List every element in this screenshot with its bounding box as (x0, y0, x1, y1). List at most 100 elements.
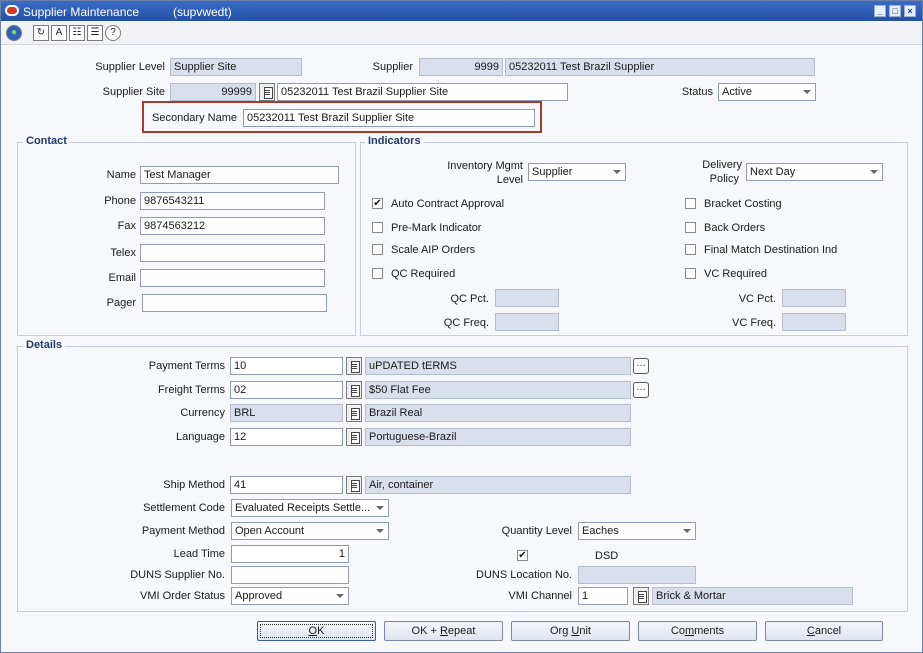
final-match-destination-checkbox[interactable] (685, 244, 696, 255)
duns-supplier-label: DUNS Supplier No. (130, 569, 225, 581)
chevron-down-icon (803, 90, 811, 94)
fax-label: Fax (117, 220, 136, 232)
chevron-down-icon (376, 506, 384, 510)
supplier-site-lov-icon[interactable] (259, 83, 275, 101)
comments-button[interactable]: Comments (638, 621, 757, 641)
settlement-code-select[interactable]: Evaluated Receipts Settle... (231, 499, 389, 517)
pager-label: Pager (106, 297, 136, 309)
globe-icon[interactable]: ● (6, 25, 22, 41)
contact-title: Contact (23, 135, 70, 147)
org-unit-button-text-rest: nit (579, 625, 591, 637)
vmi-order-status-select[interactable]: Approved (231, 587, 349, 605)
comments-button-accesskey: m (684, 625, 695, 637)
pre-mark-indicator-checkbox[interactable] (372, 222, 383, 233)
payment-terms-lov-icon[interactable] (346, 357, 362, 375)
currency-code-field: BRL (230, 404, 343, 422)
duns-location-field (578, 566, 696, 584)
freight-terms-comment-icon[interactable] (633, 382, 649, 398)
refresh-icon[interactable]: ↻ (33, 25, 49, 41)
telex-field[interactable] (140, 244, 325, 262)
ship-method-code-field[interactable]: 41 (230, 476, 343, 494)
final-match-destination-label: Final Match Destination Ind (704, 244, 838, 256)
qc-pct-label: QC Pct. (450, 293, 489, 305)
contact-name-label: Name (106, 169, 136, 181)
ok-button-accesskey: O (308, 625, 318, 637)
payment-terms-code-field[interactable]: 10 (230, 357, 343, 375)
dsd-label: DSD (595, 550, 619, 562)
close-icon[interactable]: × (904, 5, 916, 17)
chevron-down-icon (336, 594, 344, 598)
ship-method-lov-icon[interactable] (346, 476, 362, 494)
status-select[interactable]: Active (718, 83, 816, 101)
pre-mark-indicator-label: Pre-Mark Indicator (391, 222, 482, 234)
clipboard-icon[interactable]: ☷ (69, 25, 85, 41)
dsd-checkbox[interactable]: ✔ (517, 550, 528, 561)
vmi-channel-label: VMI Channel (508, 590, 572, 602)
ok-repeat-button[interactable]: OK + Repeat (384, 621, 503, 641)
indicators-title: Indicators (365, 135, 424, 147)
payment-method-select[interactable]: Open Account (231, 522, 389, 540)
inventory-mgmt-value: Supplier (532, 166, 573, 178)
vc-freq-label: VC Freq. (731, 317, 776, 329)
duns-supplier-field[interactable] (231, 566, 349, 584)
vc-required-checkbox[interactable] (685, 268, 696, 279)
comments-button-text-rest: ments (694, 625, 725, 637)
phone-field[interactable]: 9876543211 (140, 192, 325, 210)
status-value: Active (722, 86, 752, 98)
vmi-channel-code-field[interactable]: 1 (578, 587, 628, 605)
freight-terms-code-field[interactable]: 02 (230, 381, 343, 399)
payment-method-label: Payment Method (141, 525, 225, 537)
minimize-icon[interactable]: _ (874, 5, 886, 17)
qc-freq-label: QC Freq. (443, 317, 489, 329)
notes-icon[interactable]: ☰ (87, 25, 103, 41)
language-desc-field: Portuguese-Brazil (365, 428, 631, 446)
comments-button-text: Co (670, 625, 685, 637)
payment-terms-comment-icon[interactable] (633, 358, 649, 374)
scale-aip-orders-checkbox[interactable] (372, 244, 383, 255)
supplier-site-number-field: 99999 (170, 83, 256, 101)
fax-field[interactable]: 9874563212 (140, 217, 325, 235)
supplier-name-field: 05232011 Test Brazil Supplier (505, 58, 815, 76)
help-icon[interactable]: ? (105, 25, 121, 41)
org-unit-button-text: Org (550, 625, 572, 637)
vc-pct-label: VC Pct. (738, 293, 776, 305)
title-bar[interactable]: Supplier Maintenance (supvwedt) _ □ × (1, 1, 922, 21)
org-unit-button[interactable]: Org Unit (511, 621, 630, 641)
payment-method-value: Open Account (235, 525, 305, 537)
language-code-field[interactable]: 12 (230, 428, 343, 446)
supplier-level-field: Supplier Site (170, 58, 302, 76)
back-orders-checkbox[interactable] (685, 222, 696, 233)
chevron-down-icon (683, 529, 691, 533)
freight-terms-label: Freight Terms (157, 384, 225, 396)
qc-required-checkbox[interactable] (372, 268, 383, 279)
secondary-name-field[interactable]: 05232011 Test Brazil Supplier Site (243, 109, 535, 127)
payment-terms-label: Payment Terms (148, 360, 225, 372)
pager-field[interactable] (142, 294, 327, 312)
back-orders-label: Back Orders (704, 222, 766, 234)
lead-time-field[interactable]: 1 (231, 545, 349, 563)
qc-pct-field (495, 289, 559, 307)
quantity-level-select[interactable]: Eaches (578, 522, 696, 540)
delivery-policy-select[interactable]: Next Day (746, 163, 883, 181)
email-field[interactable] (140, 269, 325, 287)
qc-required-label: QC Required (391, 268, 456, 280)
language-lov-icon[interactable] (346, 428, 362, 446)
details-title: Details (23, 339, 66, 351)
contact-name-field[interactable]: Test Manager (140, 166, 339, 184)
supplier-site-name-field[interactable]: 05232011 Test Brazil Supplier Site (277, 83, 568, 101)
vmi-channel-lov-icon[interactable] (633, 587, 649, 605)
supplier-level-label: Supplier Level (95, 61, 165, 73)
bracket-costing-checkbox[interactable] (685, 198, 696, 209)
ok-button[interactable]: OK (257, 621, 376, 641)
freight-terms-lov-icon[interactable] (346, 381, 362, 399)
currency-lov-icon[interactable] (346, 404, 362, 422)
maximize-icon[interactable]: □ (889, 5, 901, 17)
cancel-button[interactable]: Cancel (765, 621, 883, 641)
spellcheck-icon[interactable]: A (51, 25, 67, 41)
supplier-number-field: 9999 (419, 58, 503, 76)
quantity-level-value: Eaches (582, 525, 619, 537)
currency-desc-field: Brazil Real (365, 404, 631, 422)
qc-freq-field (495, 313, 559, 331)
inventory-mgmt-level-select[interactable]: Supplier (528, 163, 626, 181)
auto-contract-approval-checkbox[interactable]: ✔ (372, 198, 383, 209)
